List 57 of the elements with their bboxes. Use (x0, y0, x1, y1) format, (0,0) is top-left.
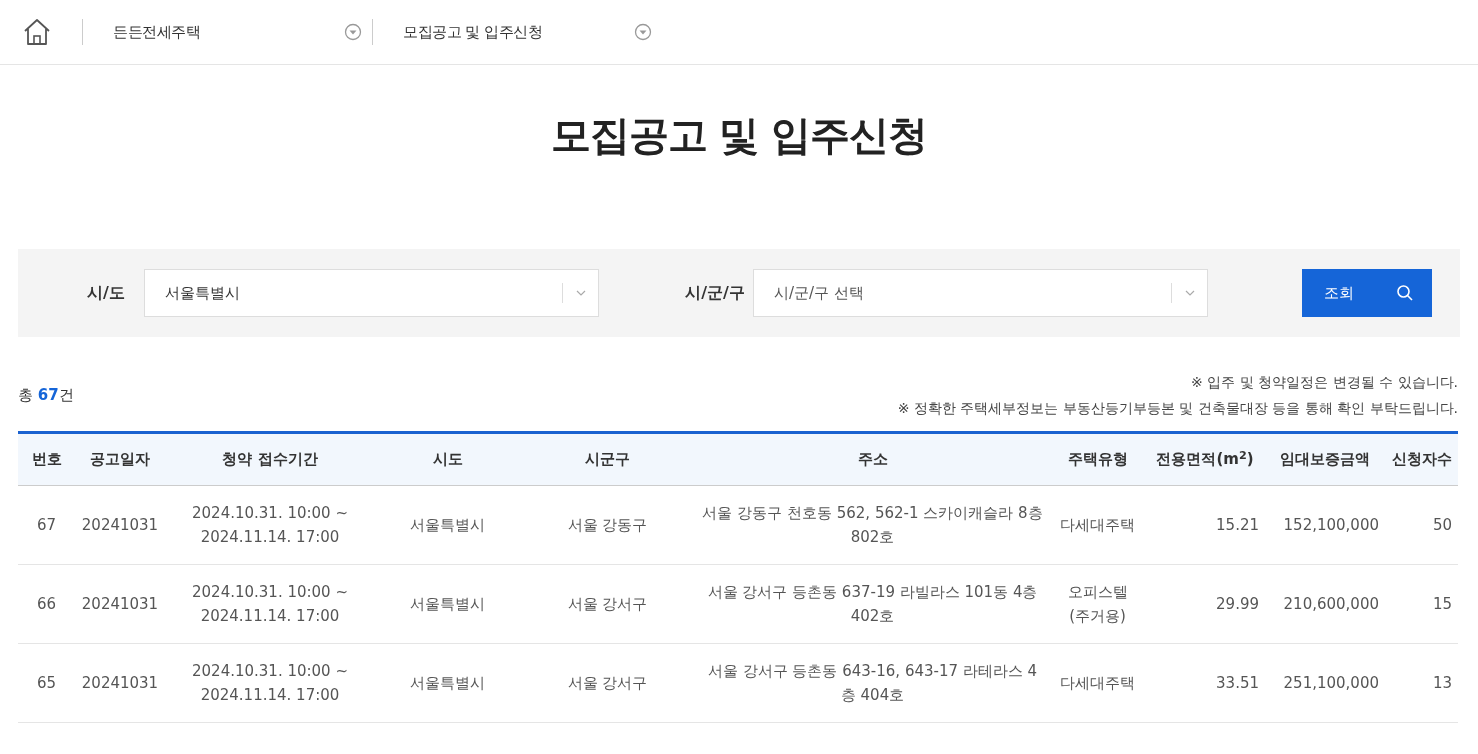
column-header: 시도 (375, 432, 520, 486)
field-label: 시/도 (86, 282, 126, 304)
column-header: 주택유형 (1050, 432, 1145, 486)
table-cell: 50 (1385, 485, 1458, 565)
table-cell: 152,100,000 (1265, 485, 1385, 565)
table-cell: 서울 강동구 (520, 485, 695, 565)
table-cell: 서울 강서구 (520, 564, 695, 644)
table-cell: 다세대주택 (1050, 643, 1145, 723)
table-cell: 66 (18, 564, 75, 644)
chevron-icon (575, 290, 586, 296)
select-field[interactable]: 서울특별시 (144, 269, 599, 317)
total-count: 총 67건 (18, 384, 74, 406)
column-header: 주소 (695, 432, 1050, 486)
table-cell: 13 (1385, 643, 1458, 723)
notice-text: ※ 입주 및 청약일정은 변경될 수 있습니다. (1190, 373, 1458, 392)
breadcrumb-dropdown[interactable]: 든든전세주택 (82, 19, 372, 45)
select-field[interactable]: 시/군/구 선택 (753, 269, 1208, 317)
column-header: 청약 접수기간 (165, 432, 375, 486)
column-header: 시군구 (520, 432, 695, 486)
table-cell: 서울특별시 (375, 643, 520, 723)
column-header: 신청자수 (1385, 432, 1458, 486)
table-cell: 29.99 (1145, 564, 1265, 644)
table-cell: 서울특별시 (375, 564, 520, 644)
notice-text: ※ 정확한 주택세부정보는 부동산등기부등본 및 건축물대장 등을 통해 확인 부탁드립니다. (897, 399, 1458, 418)
table-cell: 서울특별시 (375, 485, 520, 565)
column-header: 전용면적(m$^{2}$) (1145, 432, 1265, 486)
column-header: 번호 (18, 432, 75, 486)
table-cell: 서울 강서구 등촌동 637-19 라빌라스 101동 4층 402호 (695, 564, 1050, 644)
table-cell: 210,600,000 (1265, 564, 1385, 644)
dropdown-icon (344, 23, 362, 41)
table-cell: 20241031 (75, 485, 165, 565)
dropdown-icon (634, 23, 652, 41)
table-cell: 오피스텔 (주거용) (1050, 564, 1145, 644)
search-icon (1396, 284, 1414, 302)
table-cell: 20241031 (75, 643, 165, 723)
home-icon[interactable] (22, 17, 52, 47)
table-cell: 33.51 (1145, 643, 1265, 723)
breadcrumb-dropdown[interactable]: 모집공고 및 입주신청 (372, 19, 662, 45)
chevron-icon (1184, 290, 1195, 296)
table-cell: 67 (18, 485, 75, 565)
table-cell: 2024.10.31. 10:00 ~ 2024.11.14. 17:00 (165, 485, 375, 565)
field-label: 시/군/구 (684, 282, 746, 304)
table-cell: 15.21 (1145, 485, 1265, 565)
table-cell: 서울 강서구 (520, 643, 695, 723)
page-title: 모집공고 및 입주신청 (549, 111, 929, 159)
table-cell: 서울 강서구 등촌동 643-16, 643-17 라테라스 4층 404호 (695, 643, 1050, 723)
column-header: 임대보증금액 (1265, 432, 1385, 486)
table-cell: 2024.10.31. 10:00 ~ 2024.11.14. 17:00 (165, 564, 375, 644)
search-button[interactable]: 조회 (1302, 269, 1432, 317)
column-header: 공고일자 (75, 432, 165, 486)
table-cell: 서울 강동구 천호동 562, 562-1 스카이캐슬라 8층 802호 (695, 485, 1050, 565)
table-cell: 65 (18, 643, 75, 723)
table-cell: 15 (1385, 564, 1458, 644)
table-cell: 251,100,000 (1265, 643, 1385, 723)
table-cell: 2024.10.31. 10:00 ~ 2024.11.14. 17:00 (165, 643, 375, 723)
table-cell: 다세대주택 (1050, 485, 1145, 565)
table-cell: 20241031 (75, 564, 165, 644)
